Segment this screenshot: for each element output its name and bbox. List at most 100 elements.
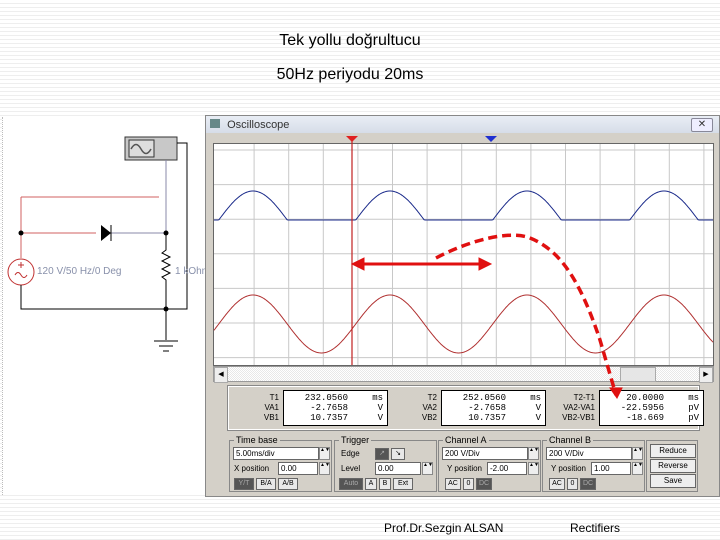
slide-subtitle: 50Hz periyodu 20ms xyxy=(276,66,424,83)
rising-edge-button[interactable]: ↗ xyxy=(375,448,389,460)
reduce-button[interactable]: Reduce xyxy=(650,444,696,458)
trigger-label: Trigger xyxy=(339,435,372,445)
diode-icon xyxy=(101,225,111,241)
mode-ab-button[interactable]: A/B xyxy=(278,478,298,490)
readout-value: -18.669 xyxy=(626,413,664,423)
readout-unit: V xyxy=(535,403,541,413)
oscilloscope-window: Oscilloscope ✕ ◀ ▶ T1 VA1 VB1 232.0560 ms -2.… xyxy=(205,115,720,497)
readout-unit: ms xyxy=(530,393,541,403)
timebase-group: Time base 5.00ms/div ▲▼ X position 0.00 … xyxy=(229,435,332,492)
diff-readout-box: 20.0000 ms -22.5956 pV -18.669 pV xyxy=(599,390,704,426)
channel_b-ypos-spinner[interactable]: ▲▼ xyxy=(632,462,643,475)
cursor-readouts: T1 VA1 VB1 232.0560 ms -2.7658 V 10.7357 V T2 VA2 V… xyxy=(227,385,704,431)
trigger-group: Trigger Edge ↗ ↘ Level 0.00 ▲▼ Auto A B … xyxy=(334,435,437,492)
slide-title: Tek yollu doğrultucu xyxy=(279,32,421,49)
readout-unit: V xyxy=(377,413,383,423)
readout-label: VB2 xyxy=(421,413,437,422)
xpos-spinner[interactable]: ▲▼ xyxy=(319,462,330,475)
timebase-scale-field[interactable]: 5.00ms/div xyxy=(233,447,319,460)
readout-label: VB2-VB1 xyxy=(562,413,595,422)
readout-value: -22.5956 xyxy=(620,403,664,413)
readout-value: 10.7357 xyxy=(310,413,348,423)
readout-label: T1 xyxy=(269,393,279,402)
readout-unit: pV xyxy=(688,413,699,423)
channel_a-label: Channel A xyxy=(443,435,489,445)
channel_b-scale-spinner[interactable]: ▲▼ xyxy=(632,447,643,460)
timebase-label: Time base xyxy=(234,435,280,445)
channel_a-ypos-spinner[interactable]: ▲▼ xyxy=(528,462,539,475)
save-button[interactable]: Save xyxy=(650,474,696,488)
readout-label: VA2 xyxy=(422,403,437,412)
channel_b-ac-button[interactable]: AC xyxy=(549,478,565,490)
scope-screen[interactable] xyxy=(213,136,714,366)
reverse-button[interactable]: Reverse xyxy=(650,459,696,473)
mode-ba-button[interactable]: B/A xyxy=(256,478,276,490)
channel_b-ypos-field[interactable]: 1.00 xyxy=(591,462,631,475)
channel_b-zero-button[interactable]: 0 xyxy=(567,478,578,490)
edge-label: Edge xyxy=(341,449,360,458)
channel_b-scale-field[interactable]: 200 V/Div xyxy=(546,447,632,460)
scroll-left-button[interactable]: ◀ xyxy=(214,367,228,383)
circuit-schematic: 120 V/50 Hz/0 Deg 1 kOhm xyxy=(2,117,206,495)
readout-unit: V xyxy=(377,403,383,413)
channel_b-label: Channel B xyxy=(547,435,594,445)
readout-row: -18.669 pV xyxy=(604,413,699,423)
footer-author: Prof.Dr.Sezgin ALSAN xyxy=(384,521,504,535)
horizontal-scrollbar[interactable]: ◀ ▶ xyxy=(213,366,714,383)
app-icon xyxy=(210,119,220,128)
readout-row: 252.0560 ms xyxy=(446,393,541,403)
scroll-thumb[interactable] xyxy=(620,367,656,382)
resistor-label: 1 kOhm xyxy=(175,266,206,277)
cursor1-readout-box: 232.0560 ms -2.7658 V 10.7357 V xyxy=(283,390,388,426)
close-button[interactable]: ✕ xyxy=(691,118,713,132)
trigger-a-button[interactable]: A xyxy=(365,478,377,490)
readout-label: VA1 xyxy=(264,403,279,412)
timebase-spinner[interactable]: ▲▼ xyxy=(319,447,330,460)
readout-value: 10.7357 xyxy=(468,413,506,423)
channel_a-zero-button[interactable]: 0 xyxy=(463,478,474,490)
trigger-ext-button[interactable]: Ext xyxy=(393,478,413,490)
channel_a-ypos-field[interactable]: -2.00 xyxy=(487,462,527,475)
source-label: 120 V/50 Hz/0 Deg xyxy=(37,266,122,277)
cursor2-readout-box: 252.0560 ms -2.7658 V 10.7357 V xyxy=(441,390,546,426)
readout-row: -2.7658 V xyxy=(288,403,383,413)
level-spinner[interactable]: ▲▼ xyxy=(422,462,433,475)
scroll-right-button[interactable]: ▶ xyxy=(699,367,713,383)
readout-value: 252.0560 xyxy=(462,393,506,403)
window-title: Oscilloscope xyxy=(227,119,290,131)
mode-yt-button[interactable]: Y/T xyxy=(234,478,254,490)
readout-value: -2.7658 xyxy=(310,403,348,413)
readout-value: 20.0000 xyxy=(626,393,664,403)
readout-label: T2-T1 xyxy=(573,393,595,402)
channel_a-scale-spinner[interactable]: ▲▼ xyxy=(528,447,539,460)
xpos-label: X position xyxy=(234,464,270,473)
falling-edge-button[interactable]: ↘ xyxy=(391,448,405,460)
diff-labels: T2-T1 VA2-VA1 VB2-VB1 xyxy=(555,393,595,423)
readout-unit: V xyxy=(535,413,541,423)
readout-label: T2 xyxy=(427,393,437,402)
xpos-field[interactable]: 0.00 xyxy=(278,462,318,475)
readout-row: 10.7357 V xyxy=(288,413,383,423)
channel_a-ac-button[interactable]: AC xyxy=(445,478,461,490)
cursor-2-handle xyxy=(485,136,497,142)
trigger-b-button[interactable]: B xyxy=(379,478,391,490)
channel_a-dc-button[interactable]: DC xyxy=(476,478,492,490)
readout-row: -2.7658 V xyxy=(446,403,541,413)
channel-a-group: Channel A 200 V/Div ▲▼ Y position -2.00 … xyxy=(438,435,541,492)
footer-topic: Rectifiers xyxy=(570,521,621,535)
readout-label: VA2-VA1 xyxy=(563,403,595,412)
display-buttons-group: Reduce Reverse Save xyxy=(646,440,698,492)
channel-b-group: Channel B 200 V/Div ▲▼ Y position 1.00 ▲… xyxy=(542,435,645,492)
readout-value: -2.7658 xyxy=(468,403,506,413)
channel_a-scale-field[interactable]: 200 V/Div xyxy=(442,447,528,460)
level-field[interactable]: 0.00 xyxy=(375,462,421,475)
readout-unit: ms xyxy=(372,393,383,403)
trigger-auto-button[interactable]: Auto xyxy=(339,478,363,490)
readout-row: -22.5956 pV xyxy=(604,403,699,413)
title-bar: Oscilloscope ✕ xyxy=(206,116,719,133)
readout-row: 10.7357 V xyxy=(446,413,541,423)
channel_b-dc-button[interactable]: DC xyxy=(580,478,596,490)
cursor-1-handle xyxy=(346,136,358,142)
cursor2-labels: T2 VA2 VB2 xyxy=(397,393,437,423)
channel_a-ypos-label: Y position xyxy=(447,464,482,473)
